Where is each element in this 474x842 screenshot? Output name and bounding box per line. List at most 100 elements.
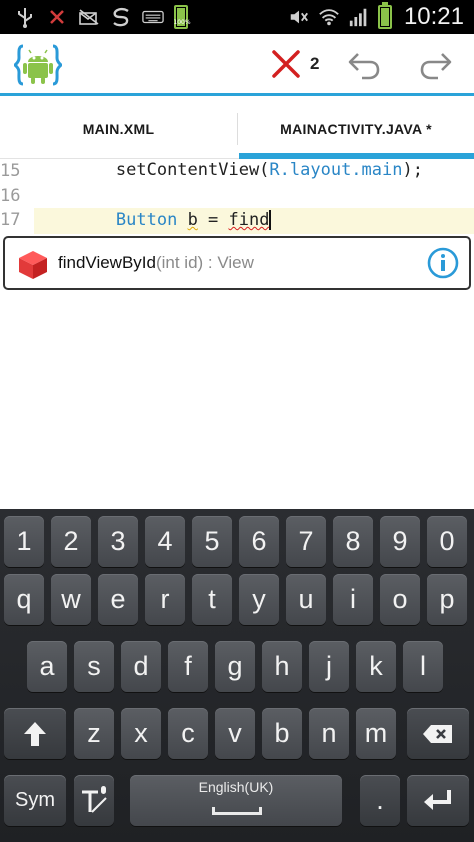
key-q[interactable]: q: [4, 574, 44, 625]
key-t[interactable]: t: [192, 574, 232, 625]
key-label: s: [87, 651, 101, 681]
key-label: g: [227, 651, 243, 681]
code-token: R.layout.main: [269, 160, 403, 180]
space-key[interactable]: English(UK): [130, 775, 342, 826]
code-token: setContentView(: [115, 160, 270, 180]
key-g[interactable]: g: [215, 641, 255, 692]
error-count: 2: [310, 54, 320, 73]
backspace-key[interactable]: [407, 708, 469, 759]
line-number: 16: [0, 186, 21, 206]
key-1[interactable]: 1: [4, 516, 44, 567]
code-editor[interactable]: 15 16 17 setContentView(R.layout.main); …: [0, 159, 474, 509]
key-label: 7: [298, 526, 314, 556]
key-v[interactable]: v: [215, 708, 255, 759]
key-label: d: [133, 651, 149, 681]
key-l[interactable]: l: [403, 641, 443, 692]
current-code-line[interactable]: Button b = find: [34, 208, 474, 234]
key-y[interactable]: y: [239, 574, 279, 625]
key-u[interactable]: u: [286, 574, 326, 625]
space-bar-icon: [212, 807, 262, 815]
key-label: e: [110, 584, 126, 614]
info-icon[interactable]: [427, 247, 459, 279]
shift-key[interactable]: [4, 708, 66, 759]
key-n[interactable]: n: [309, 708, 349, 759]
key-5[interactable]: 5: [192, 516, 232, 567]
key-s[interactable]: s: [74, 641, 114, 692]
key-4[interactable]: 4: [145, 516, 185, 567]
key-m[interactable]: m: [356, 708, 396, 759]
autocomplete-suggestion[interactable]: findViewById(int id) : View: [3, 236, 471, 290]
code-line[interactable]: setContentView(R.layout.main);: [34, 160, 474, 184]
key-label: 8: [345, 526, 361, 556]
period-key[interactable]: .: [360, 775, 400, 826]
key-label: p: [439, 584, 455, 614]
key-i[interactable]: i: [333, 574, 373, 625]
key-9[interactable]: 9: [380, 516, 420, 567]
key-label: v: [228, 718, 242, 748]
key-o[interactable]: o: [380, 574, 420, 625]
error-indicator[interactable]: 2: [270, 48, 319, 80]
suggestion-text: findViewById(int id) : View: [58, 253, 254, 273]
key-2[interactable]: 2: [51, 516, 91, 567]
space-language-label: English(UK): [198, 779, 274, 795]
key-label: n: [321, 718, 337, 748]
key-x[interactable]: x: [121, 708, 161, 759]
key-k[interactable]: k: [356, 641, 396, 692]
key-b[interactable]: b: [262, 708, 302, 759]
status-bar: 100% 10:21: [0, 0, 474, 34]
key-label: Sym: [15, 789, 55, 811]
key-8[interactable]: 8: [333, 516, 373, 567]
battery-full-icon: 100%: [173, 5, 191, 29]
key-label: k: [369, 651, 383, 681]
line-gutter: 15 16 17: [0, 159, 34, 509]
soft-keyboard: 1 2 3 4 5 6 7 8 9 0 q w e r t y u i o p a s d f g h j k l z x c v b n m Sym E…: [0, 509, 474, 842]
key-f[interactable]: f: [168, 641, 208, 692]
text-mic-icon: [82, 785, 107, 813]
key-7[interactable]: 7: [286, 516, 326, 567]
redo-button[interactable]: [418, 48, 454, 84]
enter-key[interactable]: [407, 775, 469, 826]
key-w[interactable]: w: [51, 574, 91, 625]
key-3[interactable]: 3: [98, 516, 138, 567]
key-label: 1: [16, 526, 32, 556]
enter-icon: [424, 789, 451, 810]
key-j[interactable]: j: [309, 641, 349, 692]
key-r[interactable]: r: [145, 574, 185, 625]
key-label: t: [208, 584, 216, 614]
key-label: y: [252, 584, 266, 614]
key-label: c: [181, 718, 195, 748]
key-label: i: [350, 584, 356, 614]
key-6[interactable]: 6: [239, 516, 279, 567]
sym-key[interactable]: Sym: [4, 775, 66, 826]
mute-icon: [288, 6, 310, 28]
key-d[interactable]: d: [121, 641, 161, 692]
android-logo-icon[interactable]: [12, 42, 64, 88]
shift-icon: [24, 721, 46, 746]
undo-button[interactable]: [346, 48, 382, 84]
key-a[interactable]: a: [27, 641, 67, 692]
key-label: j: [326, 651, 332, 681]
key-label: 0: [439, 526, 455, 556]
tab-mainactivity-java[interactable]: MAINACTIVITY.JAVA *: [238, 99, 474, 159]
key-p[interactable]: p: [427, 574, 467, 625]
key-c[interactable]: c: [168, 708, 208, 759]
file-tabs: MAIN.XML MAINACTIVITY.JAVA *: [0, 99, 474, 159]
error-x-icon: [272, 50, 300, 78]
action-bar: 2: [0, 34, 474, 96]
undo-icon: [348, 53, 380, 80]
key-z[interactable]: z: [74, 708, 114, 759]
line-number: 15: [0, 161, 21, 181]
key-0[interactable]: 0: [427, 516, 467, 567]
key-e[interactable]: e: [98, 574, 138, 625]
tab-main-xml[interactable]: MAIN.XML: [0, 99, 237, 159]
key-label: m: [364, 718, 388, 748]
battery-icon: [377, 2, 392, 29]
code-line[interactable]: [34, 185, 474, 209]
key-label: f: [184, 651, 192, 681]
sync-icon: [110, 6, 132, 28]
text-input-options-key[interactable]: [74, 775, 114, 826]
key-h[interactable]: h: [262, 641, 302, 692]
